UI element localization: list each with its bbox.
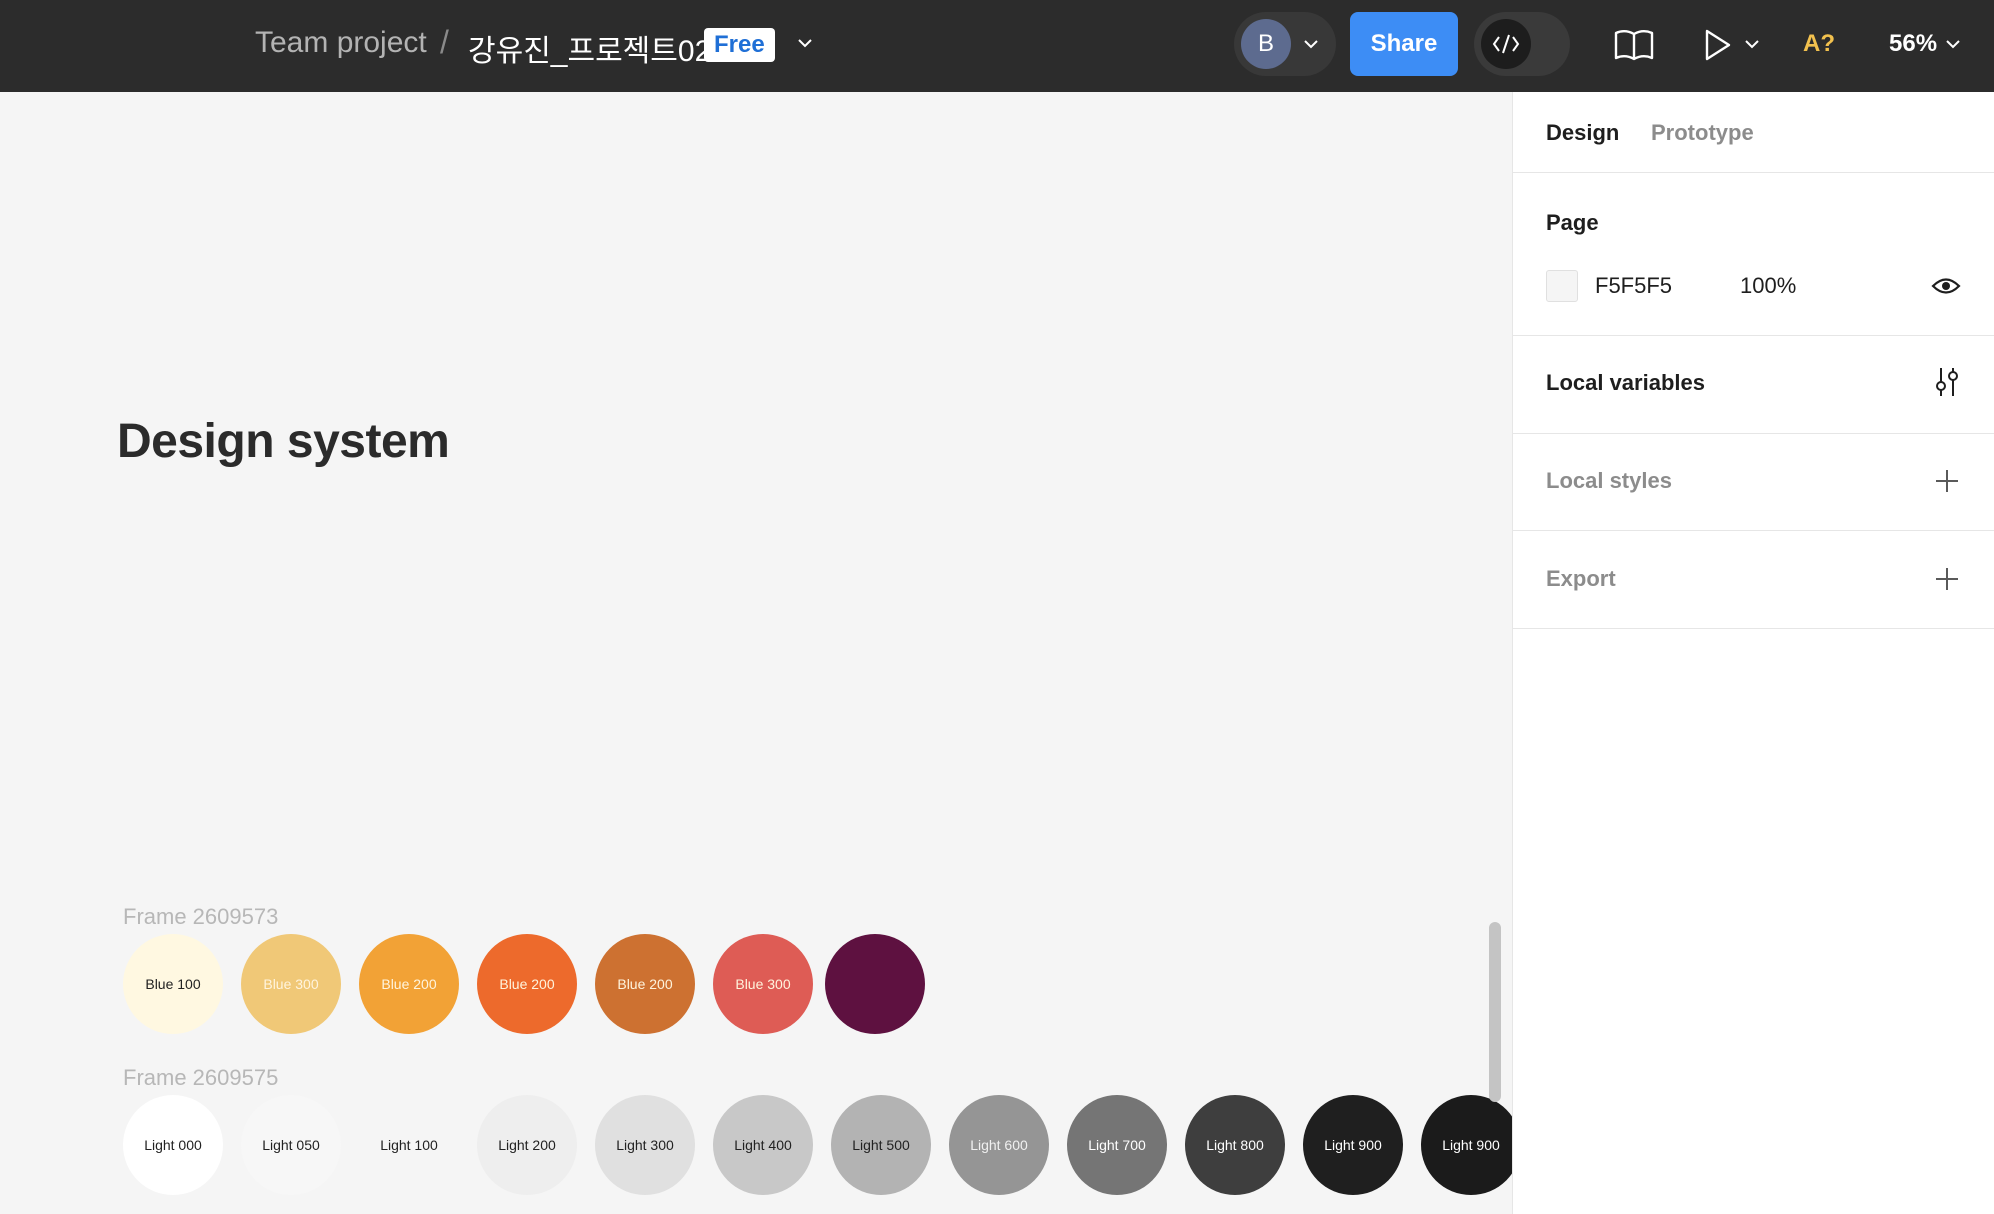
toolbar: Team project / 강유진_프로젝트02 Free B Share A… — [0, 0, 1994, 92]
swatch-label: Light 900 — [1324, 1137, 1382, 1153]
swatch-label: Blue 300 — [263, 976, 319, 992]
page-opacity[interactable]: 100% — [1740, 273, 1796, 299]
avatar[interactable]: B — [1241, 19, 1291, 69]
tab-design[interactable]: Design — [1546, 120, 1619, 146]
swatch-label: Blue 200 — [499, 976, 555, 992]
divider — [1513, 335, 1994, 336]
divider — [1513, 433, 1994, 434]
color-swatch[interactable]: Light 800 — [1185, 1095, 1285, 1195]
swatch-label: Light 200 — [498, 1137, 556, 1153]
breadcrumb-team[interactable]: Team project — [255, 26, 427, 60]
divider — [1513, 530, 1994, 531]
file-name[interactable]: 강유진_프로젝트02 — [468, 26, 711, 70]
color-swatch[interactable]: Blue 200 — [477, 934, 577, 1034]
swatch-row: Light 000 Light 050 Light 100 Light 200 Ligh… — [123, 1095, 1539, 1195]
color-swatch[interactable]: Light 600 — [949, 1095, 1049, 1195]
zoom-level[interactable]: 56% — [1889, 30, 1937, 58]
plus-icon[interactable] — [1934, 468, 1960, 494]
swatch-row: Blue 100 Blue 300 Blue 200 Blue 200 Blue 200… — [123, 934, 937, 1034]
color-swatch[interactable]: Light 100 — [359, 1095, 459, 1195]
color-swatch[interactable]: Light 200 — [477, 1095, 577, 1195]
color-swatch[interactable]: Light 700 — [1067, 1095, 1167, 1195]
color-swatch[interactable]: Blue 300 — [713, 934, 813, 1034]
share-button[interactable]: Share — [1350, 12, 1458, 76]
canvas[interactable]: Design system Frame 2609573 Blue 100 Blue… — [0, 92, 1521, 1214]
color-swatch[interactable]: Light 500 — [831, 1095, 931, 1195]
canvas-title[interactable]: Design system — [117, 414, 450, 469]
color-swatch[interactable] — [825, 934, 925, 1034]
tab-prototype[interactable]: Prototype — [1651, 120, 1754, 146]
divider — [1513, 628, 1994, 629]
properties-panel: Design Prototype Page F5F5F5 100% Local … — [1512, 92, 1994, 1214]
swatch-label: Blue 200 — [617, 976, 673, 992]
swatch-label: Light 400 — [734, 1137, 792, 1153]
frame-label[interactable]: Frame 2609575 — [123, 1065, 278, 1091]
sliders-icon[interactable] — [1934, 366, 1960, 398]
export-title: Export — [1546, 566, 1616, 591]
page-color-swatch[interactable] — [1546, 270, 1578, 302]
canvas-scrollbar[interactable] — [1489, 922, 1501, 1102]
color-swatch[interactable]: Light 400 — [713, 1095, 813, 1195]
swatch-label: Blue 300 — [735, 976, 791, 992]
color-swatch[interactable]: Light 900 — [1421, 1095, 1521, 1195]
color-swatch[interactable]: Blue 100 — [123, 934, 223, 1034]
chevron-down-icon[interactable] — [1300, 33, 1322, 55]
book-icon[interactable] — [1614, 28, 1654, 62]
color-swatch[interactable]: Light 000 — [123, 1095, 223, 1195]
page-color-hex[interactable]: F5F5F5 — [1595, 273, 1672, 299]
swatch-label: Blue 200 — [381, 976, 437, 992]
code-icon — [1492, 34, 1520, 54]
local-styles-title: Local styles — [1546, 468, 1672, 493]
eye-icon[interactable] — [1931, 275, 1961, 297]
plan-badge[interactable]: Free — [704, 28, 775, 62]
color-swatch[interactable]: Blue 300 — [241, 934, 341, 1034]
page-section-title: Page — [1546, 210, 1599, 235]
swatch-label: Light 100 — [380, 1137, 438, 1153]
plus-icon[interactable] — [1934, 566, 1960, 592]
swatch-label: Light 300 — [616, 1137, 674, 1153]
breadcrumb-separator: / — [440, 24, 449, 60]
color-swatch[interactable]: Blue 200 — [595, 934, 695, 1034]
swatch-label: Light 700 — [1088, 1137, 1146, 1153]
play-icon[interactable] — [1704, 28, 1732, 62]
frame-label[interactable]: Frame 2609573 — [123, 904, 278, 930]
swatch-label: Light 500 — [852, 1137, 910, 1153]
color-swatch[interactable]: Light 900 — [1303, 1095, 1403, 1195]
color-swatch[interactable]: Blue 200 — [359, 934, 459, 1034]
color-swatch[interactable]: Light 300 — [595, 1095, 695, 1195]
swatch-label: Light 900 — [1442, 1137, 1500, 1153]
swatch-label: Light 050 — [262, 1137, 320, 1153]
swatch-label: Light 800 — [1206, 1137, 1264, 1153]
color-swatch[interactable]: Light 050 — [241, 1095, 341, 1195]
chevron-down-icon[interactable] — [1942, 33, 1964, 55]
swatch-label: Blue 100 — [145, 976, 201, 992]
swatch-label: Light 000 — [144, 1137, 202, 1153]
local-variables-title[interactable]: Local variables — [1546, 370, 1705, 396]
swatch-label: Light 600 — [970, 1137, 1028, 1153]
accessibility-check[interactable]: A? — [1803, 30, 1835, 58]
chevron-down-icon[interactable] — [1741, 33, 1763, 55]
chevron-down-icon[interactable] — [794, 32, 816, 54]
divider — [1513, 172, 1994, 173]
dev-mode-knob[interactable] — [1481, 19, 1531, 69]
